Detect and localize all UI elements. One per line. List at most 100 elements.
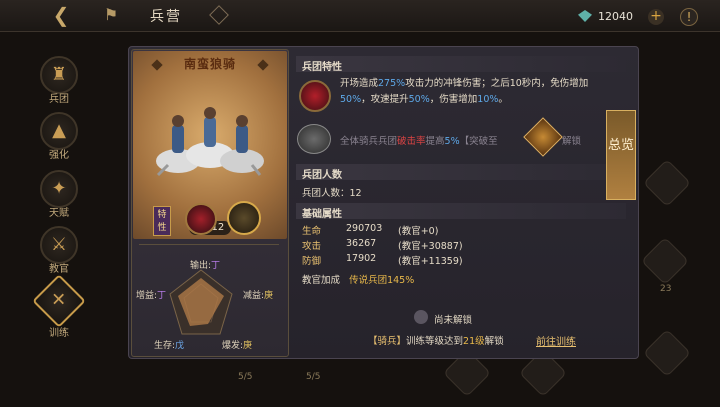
skill-node-icon (640, 236, 690, 286)
stat-bonus: (教官+0) (398, 226, 439, 237)
cavalry-skill-icon[interactable] (227, 201, 261, 235)
trait-1-description: 开场造成275%攻击力的冲锋伤害；之后10秒内，免伤增加50%，攻速提升50%，… (340, 76, 610, 108)
troop-count-row: 兵团人数：12 (302, 185, 362, 199)
stat-bonus: (教官+11359) (398, 256, 463, 267)
stat-label: 生命 (302, 226, 322, 237)
radar-label: 爆发: (222, 341, 244, 351)
unlock-label: 解锁 (562, 136, 582, 147)
section-header-bg (296, 56, 626, 72)
stat-label: 防御 (302, 256, 322, 267)
sidebar-item-training[interactable]: ✕ 训练 (32, 274, 86, 339)
stat-row-hp: 生命 (302, 223, 321, 237)
upgrade-icon: ▲ (40, 112, 78, 150)
trait-text: 攻击力的冲锋伤害；之后10秒内，免伤增加 (405, 78, 589, 89)
sidebar-label: 强化 (49, 150, 69, 161)
troops-section-title: 兵团人数 (302, 170, 342, 181)
trait-text: ，伤害增加 (429, 94, 478, 105)
requirement-text: 训练等级达到 (406, 336, 464, 347)
currency-amount: 12040 (598, 10, 633, 23)
sidebar-item-talent[interactable]: ✦ 天赋 (36, 170, 82, 219)
trait-text: 开场造成 (340, 78, 379, 89)
unlock-requirement: 【骑兵】训练等级达到21级解锁 (368, 333, 504, 347)
trait-value: 5% (444, 136, 460, 147)
radar-grade: 丁 (157, 291, 167, 301)
radar-grade: 庚 (243, 341, 253, 351)
radar-label: 增益: (136, 291, 158, 301)
sidebar-item-enhance[interactable]: ▲ 强化 (36, 112, 82, 161)
sidebar-label: 兵团 (49, 94, 69, 105)
trait-value: 10% (477, 94, 499, 105)
stat-label: 攻击 (302, 241, 322, 252)
trait-text: 全体骑兵兵团 (340, 136, 398, 147)
trait-text: ，攻速提升 (361, 94, 409, 105)
wolf-rider-illustration (156, 107, 264, 177)
node-level: 23 (660, 284, 672, 294)
troop-count-value: 12 (349, 188, 362, 199)
radar-label: 输出: (190, 261, 212, 271)
alert-icon[interactable]: ! (680, 8, 698, 26)
stat-value: 36267 (346, 238, 377, 249)
section-header-bg (296, 203, 626, 219)
instructor-bonus-value: 传说兵团145% (349, 275, 415, 286)
charge-trait-icon[interactable] (299, 80, 331, 112)
ability-radar-chart (169, 269, 233, 335)
node-progress: 5/5 (306, 372, 321, 382)
trait-value: 275% (378, 78, 406, 89)
trait-text: 【突破至 (459, 136, 498, 147)
section-header-bg (296, 164, 626, 180)
back-arrow-icon[interactable]: ❮ (48, 4, 74, 26)
trait-text: 。 (498, 94, 508, 105)
charge-skill-icon[interactable] (185, 203, 217, 235)
radar-grade: 庚 (264, 291, 274, 301)
radar-label: 生存: (154, 341, 176, 351)
instructor-icon: ⚔ (40, 226, 78, 264)
requirement-type: 【骑兵】 (368, 336, 407, 347)
barracks-icon: ⚑ (103, 5, 119, 24)
unit-name: 南蛮狼骑 (183, 57, 236, 71)
stat-row-attack: 攻击 (302, 238, 321, 252)
radar-grade: 戊 (175, 341, 185, 351)
locked-trait-icon[interactable] (297, 124, 331, 154)
card-divider (139, 244, 279, 245)
stat-value: 17902 (346, 253, 377, 264)
radar-grade: 丁 (211, 261, 221, 271)
stat-row-defense: 防御 (302, 253, 321, 267)
troop-count-label: 兵团人数： (302, 188, 350, 199)
sidebar-item-corps[interactable]: ♜ 兵团 (36, 56, 82, 105)
trait-value: 50% (340, 94, 362, 105)
instructor-bonus-label: 教官加成 (302, 275, 341, 286)
stats-section-title: 基础属性 (302, 209, 342, 220)
trait-text: 提高 (425, 136, 445, 147)
helmet-icon: ♜ (40, 56, 78, 94)
lock-icon (414, 310, 428, 324)
trait-tag: 特性 (153, 206, 171, 236)
requirement-text: 解锁 (484, 336, 504, 347)
skill-node-icon (642, 158, 692, 208)
skill-node-icon (642, 328, 692, 378)
requirement-level: 21级 (463, 336, 485, 347)
traits-section-title: 兵团特性 (302, 62, 342, 73)
node-progress: 5/5 (238, 372, 253, 382)
go-to-training-link[interactable]: 前往训练 (536, 333, 576, 348)
tab-overview[interactable]: 总览 (606, 110, 636, 200)
trait-value: 50% (408, 94, 430, 105)
add-currency-button[interactable]: + (648, 9, 664, 25)
trait-2-description: 全体骑兵兵团破击率提高5%【突破至 (340, 133, 498, 147)
instructor-bonus-row: 教官加成 传说兵团145% (302, 272, 414, 286)
trait-keyword: 破击率 (397, 136, 426, 147)
lock-status: 尚未解锁 (434, 315, 473, 326)
talent-icon: ✦ (40, 170, 78, 208)
crossed-swords-icon: ✕ (32, 274, 86, 328)
stat-bonus: (教官+30887) (398, 241, 463, 252)
radar-label: 减益: (243, 291, 265, 301)
radar-buff: 增益:丁 (136, 288, 166, 301)
radar-debuff: 减益:庚 (243, 288, 273, 301)
radar-survive: 生存:戊 (154, 338, 184, 351)
sidebar-item-instructor[interactable]: ⚔ 教官 (36, 226, 82, 275)
sidebar-label: 教官 (49, 264, 69, 275)
sidebar-label: 天赋 (49, 208, 69, 219)
stat-value: 290703 (346, 223, 383, 234)
radar-output: 输出:丁 (190, 258, 220, 271)
page-title: 兵营 (150, 9, 182, 25)
radar-burst: 爆发:庚 (222, 338, 252, 351)
